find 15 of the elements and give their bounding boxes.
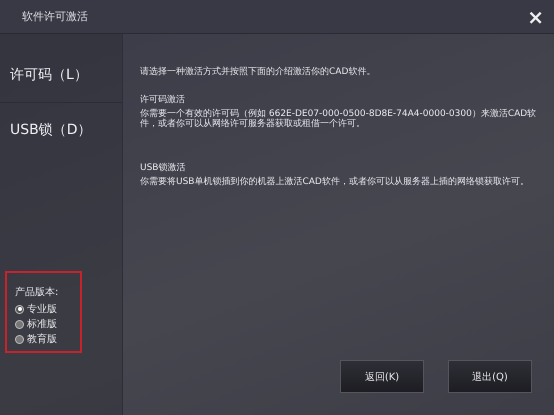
section-text: 你需要将USB单机锁插到你的机器上激活CAD软件，或者你可以从服务器上插的网络锁获取许可。 xyxy=(140,177,530,187)
section-heading: 许可码激活 xyxy=(140,95,186,105)
sidebar-item[interactable]: USB锁（D） xyxy=(0,102,122,145)
edition-option[interactable]: 标准版 xyxy=(15,317,80,331)
window-title: 软件许可激活 xyxy=(22,9,88,24)
section-text: 你需要一个有效的许可码（例如 662E-DE07-000-0500-8D8E-74A4-0000-0300）来激活CAD软件，或者你可以从网络许可服务器获取或租借一个许可。 xyxy=(140,109,538,129)
edition-option[interactable]: 专业版 xyxy=(15,302,80,316)
dialog-button[interactable]: 返回(K) xyxy=(340,360,424,393)
edition-option[interactable]: 教育版 xyxy=(15,332,80,346)
sidebar-item[interactable]: 许可码（L） xyxy=(0,60,122,98)
close-button[interactable]: × xyxy=(527,6,544,26)
section-heading: USB锁激活 xyxy=(140,163,186,173)
intro-text: 请选择一种激活方式并按照下面的介绍激活你的CAD软件。 xyxy=(140,67,376,77)
edition-label: 产品版本: xyxy=(15,286,60,299)
dialog-button[interactable]: 退出(Q) xyxy=(448,360,532,393)
